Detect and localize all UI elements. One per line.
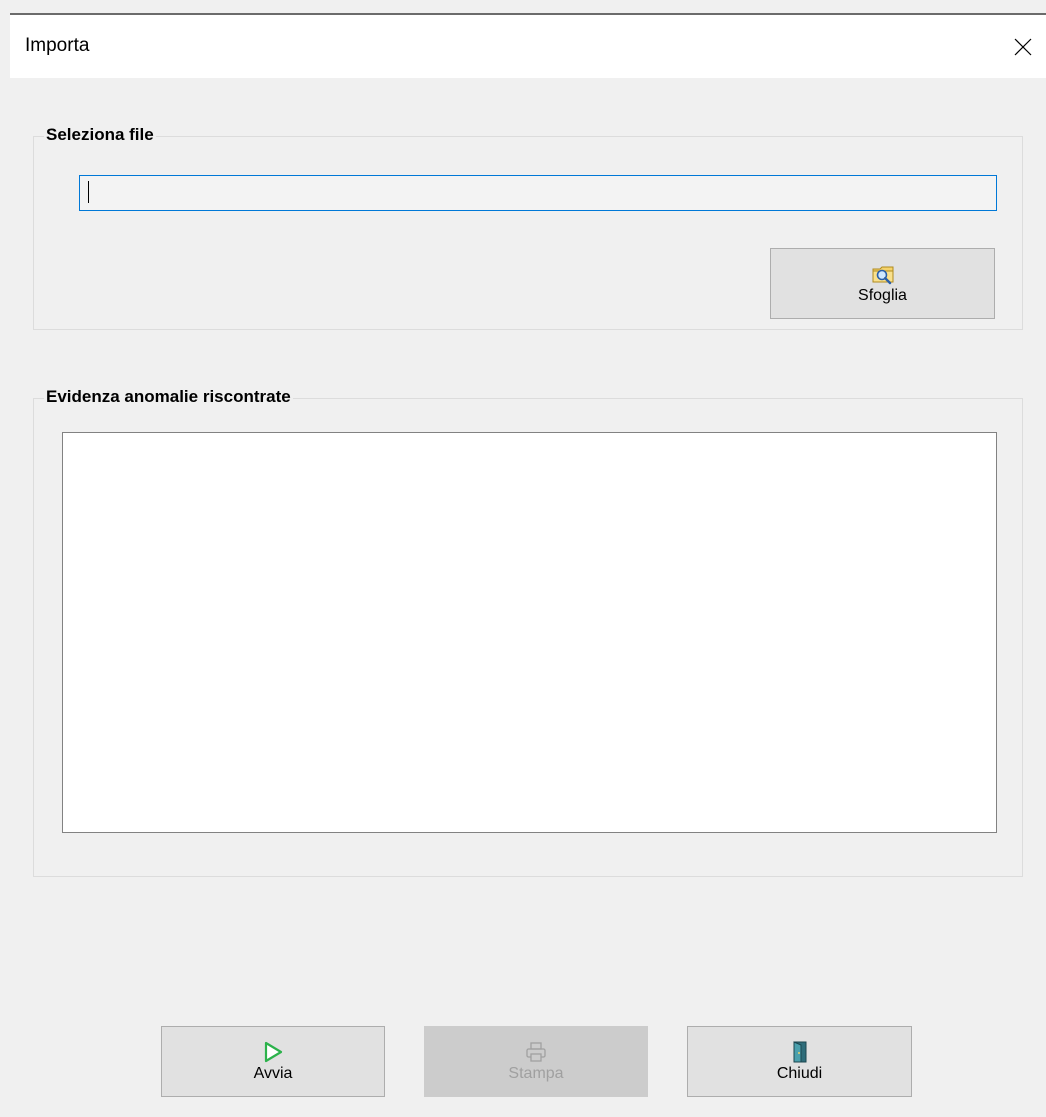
start-button[interactable]: Avvia	[161, 1026, 385, 1097]
exit-button-label: Chiudi	[776, 1065, 823, 1082]
window-title: Importa	[25, 35, 90, 56]
text-caret	[88, 181, 89, 203]
import-dialog: Importa Seleziona file Sfoglia Evidenza …	[0, 0, 1046, 1117]
browse-button-label: Sfoglia	[858, 287, 907, 304]
file-selection-legend: Seleziona file	[44, 125, 156, 145]
browse-button[interactable]: Sfoglia	[770, 248, 995, 319]
start-button-label: Avvia	[253, 1065, 293, 1082]
close-button[interactable]	[1000, 15, 1046, 78]
title-bar: Importa	[10, 15, 1046, 78]
print-button-label: Stampa	[508, 1065, 564, 1082]
play-icon	[264, 1041, 283, 1063]
anomalies-legend: Evidenza anomalie riscontrate	[44, 387, 293, 407]
anomalies-textbox[interactable]	[62, 432, 997, 833]
exit-button[interactable]: Chiudi	[687, 1026, 912, 1097]
close-icon	[1014, 38, 1032, 55]
file-path-input[interactable]	[79, 175, 997, 211]
print-button[interactable]: Stampa	[424, 1026, 648, 1097]
folder-search-icon	[872, 266, 893, 285]
door-exit-icon	[793, 1041, 806, 1063]
printer-icon	[526, 1042, 546, 1062]
